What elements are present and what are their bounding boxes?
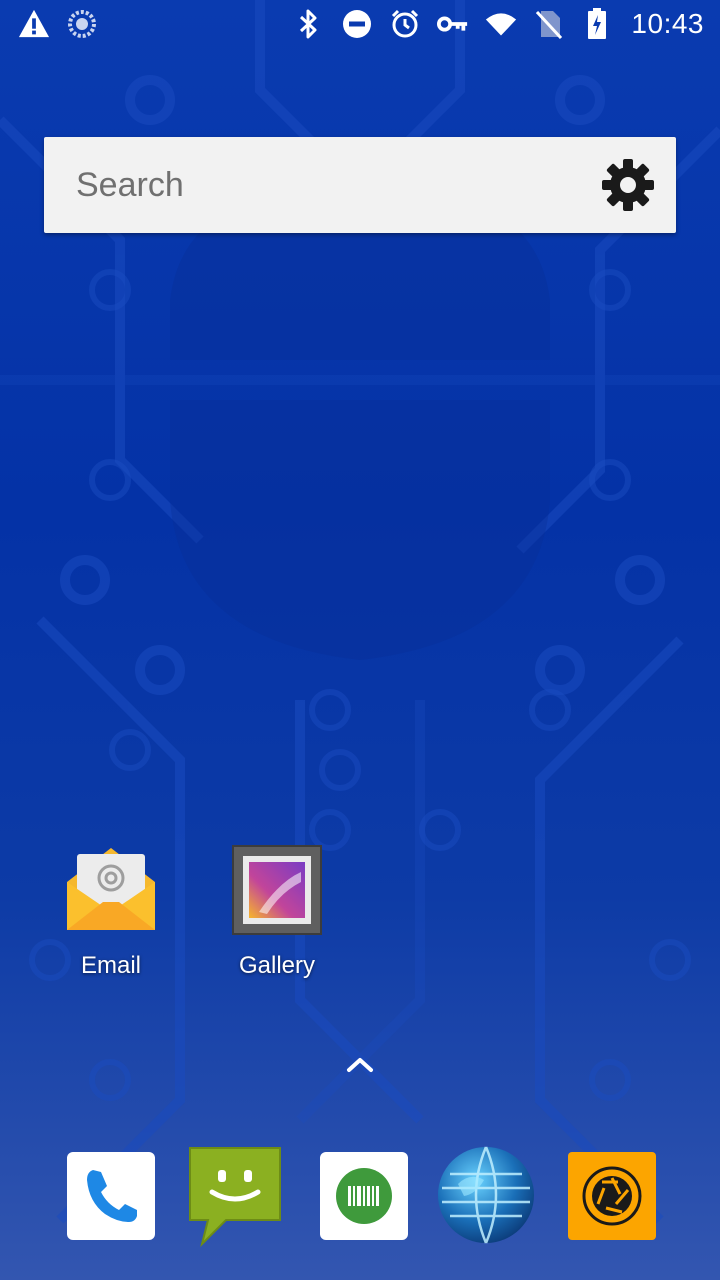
app-email[interactable]: Email — [41, 842, 181, 980]
app-label: Gallery — [238, 952, 316, 979]
chevron-up-icon — [347, 1058, 373, 1072]
browser-globe-icon — [438, 1146, 534, 1244]
phone-icon — [67, 1152, 155, 1240]
search-input[interactable]: Search — [76, 137, 184, 233]
email-icon — [63, 842, 159, 938]
warning-icon — [18, 6, 50, 42]
barcode-scanner-icon — [320, 1152, 408, 1240]
camera-icon — [568, 1152, 656, 1240]
alarm-icon — [389, 6, 421, 42]
bluetooth-icon — [293, 6, 325, 42]
no-sim-icon — [533, 6, 565, 42]
dock-camera[interactable] — [568, 1152, 656, 1240]
app-gallery[interactable]: Gallery — [207, 842, 347, 980]
dock-browser[interactable] — [436, 1144, 534, 1244]
dock-barcode-scanner[interactable] — [316, 1148, 412, 1244]
gear-icon — [602, 159, 654, 211]
sync-loading-icon — [66, 6, 98, 42]
dock-messaging[interactable] — [186, 1144, 282, 1248]
status-bar[interactable]: 10:43 — [0, 0, 720, 50]
dock-phone[interactable] — [63, 1148, 159, 1244]
do-not-disturb-icon — [341, 6, 373, 42]
wifi-icon — [485, 6, 517, 42]
vpn-key-icon — [437, 6, 469, 42]
gallery-icon — [229, 842, 325, 938]
app-label: Email — [80, 952, 141, 979]
battery-charging-icon — [581, 6, 613, 42]
messaging-icon — [189, 1147, 281, 1248]
settings-button[interactable] — [598, 155, 658, 215]
app-drawer-button[interactable] — [340, 1048, 380, 1082]
search-widget[interactable]: Search — [44, 137, 676, 233]
clock: 10:43 — [631, 8, 704, 39]
